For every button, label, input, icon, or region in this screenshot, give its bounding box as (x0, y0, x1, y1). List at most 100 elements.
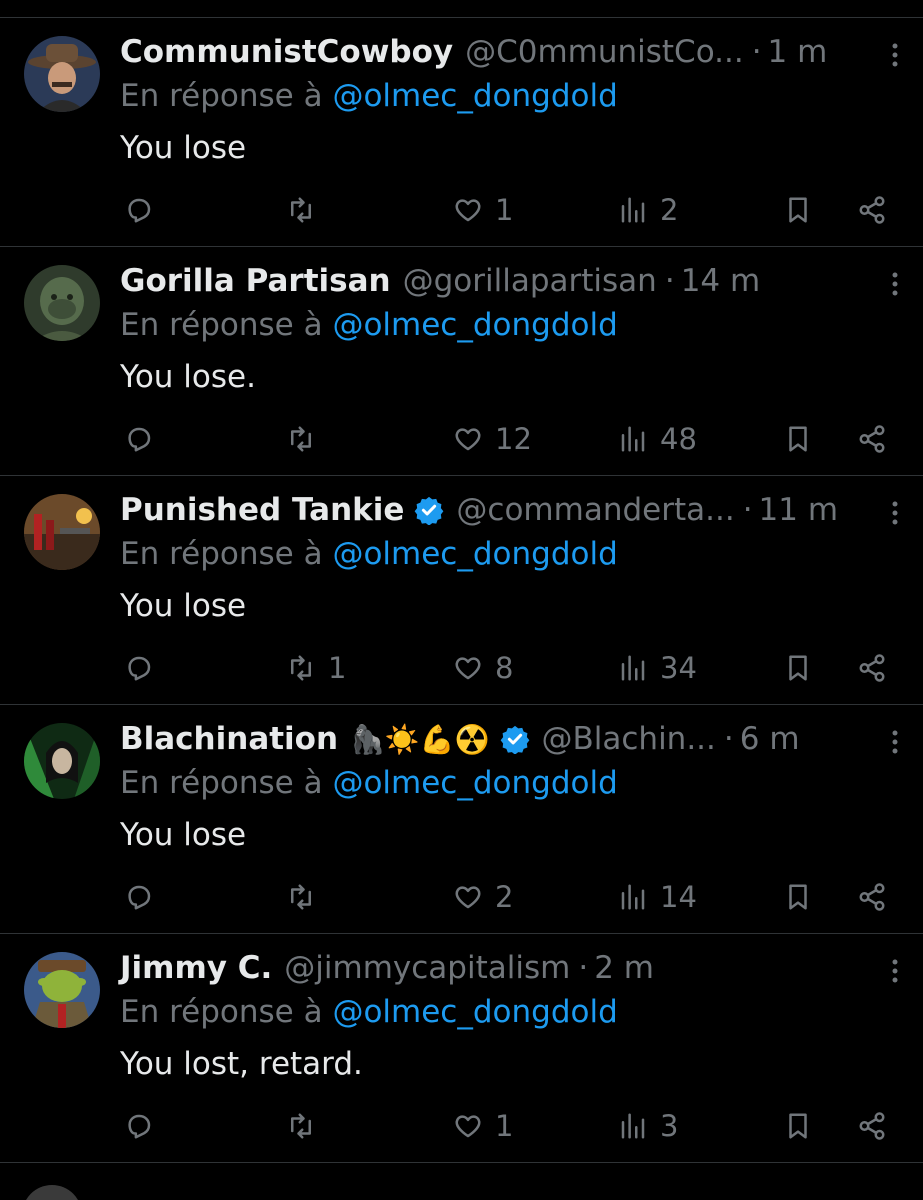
reply-icon (124, 195, 154, 225)
bookmark-button[interactable] (783, 190, 813, 230)
author-name[interactable]: CommunistCowboy (120, 34, 453, 70)
share-button[interactable] (857, 1106, 887, 1146)
avatar[interactable] (24, 494, 100, 570)
tweet-header: Blachination 🦍☀️💪☢️ @Blachin... 6 m (120, 717, 860, 761)
tweet[interactable]: Punished Tankie @commanderta... 11 m En … (0, 476, 923, 705)
author-handle[interactable]: @jimmycapitalism (284, 950, 570, 986)
share-icon (857, 653, 887, 683)
reply-icon (124, 653, 154, 683)
bookmark-button[interactable] (783, 419, 813, 459)
tweet[interactable]: CommunistCowboy @C0mmunistCo... 1 m En r… (0, 18, 923, 247)
avatar[interactable] (24, 723, 100, 799)
reply-context: En réponse à @olmec_dongdold (120, 307, 618, 343)
mention-link[interactable]: @olmec_dongdold (332, 994, 617, 1030)
author-name[interactable]: Blachination (120, 721, 338, 757)
views-icon (618, 1111, 648, 1141)
reply-button[interactable] (124, 419, 166, 459)
mention-link[interactable]: @olmec_dongdold (332, 536, 617, 572)
share-button[interactable] (857, 190, 887, 230)
heart-icon (453, 882, 483, 912)
name-emojis: 🦍☀️💪☢️ (350, 722, 490, 756)
like-button[interactable]: 8 (453, 648, 513, 688)
reply-button[interactable] (124, 877, 166, 917)
author-handle[interactable]: @C0mmunistCo... (465, 34, 744, 70)
timestamp[interactable]: 6 m (724, 721, 800, 757)
avatar[interactable] (24, 36, 100, 112)
share-icon (857, 424, 887, 454)
tweet[interactable]: Gorilla Partisan @gorillapartisan 14 m E… (0, 247, 923, 476)
tweet-header: Gorilla Partisan @gorillapartisan 14 m (120, 259, 860, 303)
heart-icon (453, 424, 483, 454)
verified-badge-icon (414, 495, 444, 525)
action-bar: 1 2 (0, 190, 923, 230)
avatar[interactable] (24, 952, 100, 1028)
retweet-button[interactable] (286, 877, 328, 917)
reply-button[interactable] (124, 1106, 166, 1146)
views-button[interactable]: 34 (618, 648, 697, 688)
more-vertical-icon[interactable] (880, 956, 910, 986)
more-vertical-icon[interactable] (880, 727, 910, 757)
verified-badge-icon (500, 724, 530, 754)
like-count: 1 (495, 193, 514, 227)
tweet-text: You lose (120, 817, 247, 853)
mention-link[interactable]: @olmec_dongdold (332, 765, 617, 801)
author-handle[interactable]: @Blachin... (542, 721, 716, 757)
views-button[interactable]: 3 (618, 1106, 678, 1146)
retweet-icon (286, 1111, 316, 1141)
share-button[interactable] (857, 648, 887, 688)
author-name[interactable]: Gorilla Partisan (120, 263, 391, 299)
author-handle[interactable]: @gorillapartisan (403, 263, 657, 299)
bookmark-button[interactable] (783, 877, 813, 917)
like-button[interactable]: 12 (453, 419, 532, 459)
avatar[interactable] (22, 1185, 82, 1200)
views-button[interactable]: 2 (618, 190, 678, 230)
share-icon (857, 1111, 887, 1141)
retweet-button[interactable]: 1 (286, 648, 346, 688)
tweet-text: You lose. (120, 359, 256, 395)
reply-button[interactable] (124, 648, 166, 688)
views-count: 3 (660, 1109, 679, 1143)
like-button[interactable]: 1 (453, 190, 513, 230)
more-vertical-icon[interactable] (880, 40, 910, 70)
author-name[interactable]: Punished Tankie (120, 492, 404, 528)
timestamp[interactable]: 11 m (743, 492, 839, 528)
action-bar: 2 14 (0, 877, 923, 917)
timestamp[interactable]: 14 m (665, 263, 761, 299)
share-button[interactable] (857, 877, 887, 917)
bookmark-button[interactable] (783, 648, 813, 688)
mention-link[interactable]: @olmec_dongdold (332, 307, 617, 343)
tweet[interactable]: Blachination 🦍☀️💪☢️ @Blachin... 6 m En r… (0, 705, 923, 934)
timestamp[interactable]: 2 m (578, 950, 654, 986)
reply-button[interactable] (124, 190, 166, 230)
like-count: 2 (495, 880, 514, 914)
retweet-icon (286, 882, 316, 912)
tweet[interactable]: Jimmy C. @jimmycapitalism 2 m En réponse… (0, 934, 923, 1163)
author-name[interactable]: Jimmy C. (120, 950, 272, 986)
share-button[interactable] (857, 419, 887, 459)
bookmark-button[interactable] (783, 1106, 813, 1146)
views-button[interactable]: 48 (618, 419, 697, 459)
like-button[interactable]: 1 (453, 1106, 513, 1146)
views-button[interactable]: 14 (618, 877, 697, 917)
reply-prefix: En réponse à (120, 307, 323, 343)
author-handle[interactable]: @commanderta... (456, 492, 734, 528)
tweet-text: You lose (120, 588, 247, 624)
like-count: 1 (495, 1109, 514, 1143)
reply-context: En réponse à @olmec_dongdold (120, 536, 618, 572)
avatar[interactable] (24, 265, 100, 341)
action-bar: 1 8 34 (0, 648, 923, 688)
timestamp[interactable]: 1 m (752, 34, 828, 70)
reply-icon (124, 424, 154, 454)
retweet-button[interactable] (286, 190, 328, 230)
more-vertical-icon[interactable] (880, 269, 910, 299)
like-count: 8 (495, 651, 514, 685)
more-vertical-icon[interactable] (880, 498, 910, 528)
tweet-text: You lose (120, 130, 247, 166)
retweet-button[interactable] (286, 419, 328, 459)
reply-prefix: En réponse à (120, 536, 323, 572)
views-icon (618, 195, 648, 225)
retweet-button[interactable] (286, 1106, 328, 1146)
like-button[interactable]: 2 (453, 877, 513, 917)
mention-link[interactable]: @olmec_dongdold (332, 78, 617, 114)
reply-prefix: En réponse à (120, 765, 323, 801)
